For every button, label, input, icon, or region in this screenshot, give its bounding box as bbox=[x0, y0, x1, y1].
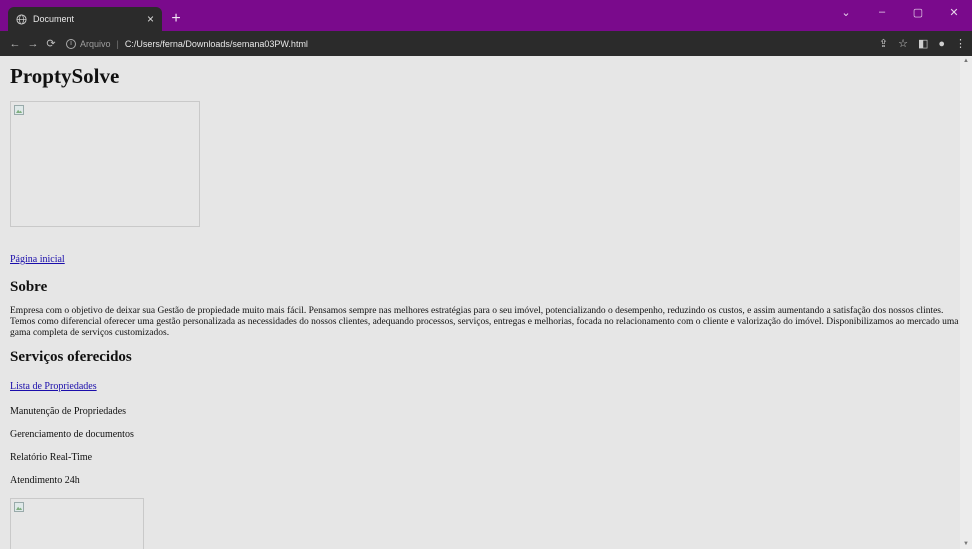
restore-icon[interactable]: ▢ bbox=[900, 6, 936, 19]
page-title: ProptySolve bbox=[10, 64, 120, 88]
info-icon[interactable]: i bbox=[66, 38, 76, 49]
services-link-container: Lista de Propriedades bbox=[10, 376, 950, 394]
broken-image-icon bbox=[14, 502, 24, 512]
browser-tab[interactable]: Document × bbox=[8, 7, 162, 31]
services-link[interactable]: Lista de Propriedades bbox=[10, 381, 97, 392]
services-heading: Serviços oferecidos bbox=[10, 349, 132, 365]
tab-title: Document bbox=[33, 14, 75, 24]
service-item: Manutenção de Propriedades bbox=[10, 406, 127, 417]
reload-icon[interactable]: ⟳ bbox=[42, 37, 60, 50]
scroll-down-icon[interactable]: ▼ bbox=[960, 541, 972, 547]
url-text[interactable]: C:/Users/ferna/Downloads/semana03PW.html bbox=[125, 39, 308, 49]
back-icon[interactable]: ← bbox=[6, 38, 24, 50]
close-window-icon[interactable]: ✕ bbox=[936, 6, 972, 19]
tab-search-icon[interactable]: ⌄ bbox=[828, 6, 864, 19]
browser-title-bar: Document × + ⌄ – ▢ ✕ bbox=[0, 0, 972, 31]
home-link[interactable]: Página inicial bbox=[10, 254, 65, 265]
globe-icon bbox=[16, 13, 27, 25]
address-separator: | bbox=[116, 38, 119, 49]
logo-image bbox=[10, 101, 200, 227]
profile-icon[interactable]: ● bbox=[938, 38, 945, 50]
about-text: Empresa com o objetivo de deixar sua Ges… bbox=[10, 306, 959, 338]
new-tab-button[interactable]: + bbox=[166, 7, 186, 31]
scroll-up-icon[interactable]: ▲ bbox=[960, 58, 972, 64]
browser-toolbar: ← → ⟳ i Arquivo | C:/Users/ferna/Downloa… bbox=[0, 31, 972, 56]
footer-image bbox=[10, 498, 144, 549]
forward-icon[interactable]: → bbox=[24, 38, 42, 50]
bookmark-star-icon[interactable]: ☆ bbox=[898, 37, 908, 50]
scheme-label: Arquivo bbox=[80, 38, 111, 49]
service-item: Gerenciamento de documentos bbox=[10, 429, 134, 440]
address-bar[interactable]: i Arquivo | C:/Users/ferna/Downloads/sem… bbox=[66, 38, 308, 49]
vertical-scrollbar[interactable]: ▲ ▼ bbox=[960, 56, 972, 549]
about-heading: Sobre bbox=[10, 279, 48, 295]
side-panel-icon[interactable]: ◧ bbox=[918, 37, 928, 50]
tab-close-icon[interactable]: × bbox=[147, 13, 154, 25]
window-controls: ⌄ – ▢ ✕ bbox=[828, 0, 972, 24]
service-item: Atendimento 24h bbox=[10, 475, 80, 486]
minimize-icon[interactable]: – bbox=[864, 6, 900, 18]
share-icon[interactable]: ⇪ bbox=[879, 37, 888, 50]
service-item: Relatório Real-Time bbox=[10, 452, 93, 463]
broken-image-icon bbox=[14, 105, 24, 115]
page-viewport: ProptySolve Página inicial Sobre Empresa… bbox=[0, 56, 960, 549]
home-link-container: Página inicial bbox=[10, 249, 950, 267]
toolbar-actions: ⇪ ☆ ◧ ● ⋮ bbox=[879, 31, 966, 56]
menu-icon[interactable]: ⋮ bbox=[955, 37, 966, 50]
